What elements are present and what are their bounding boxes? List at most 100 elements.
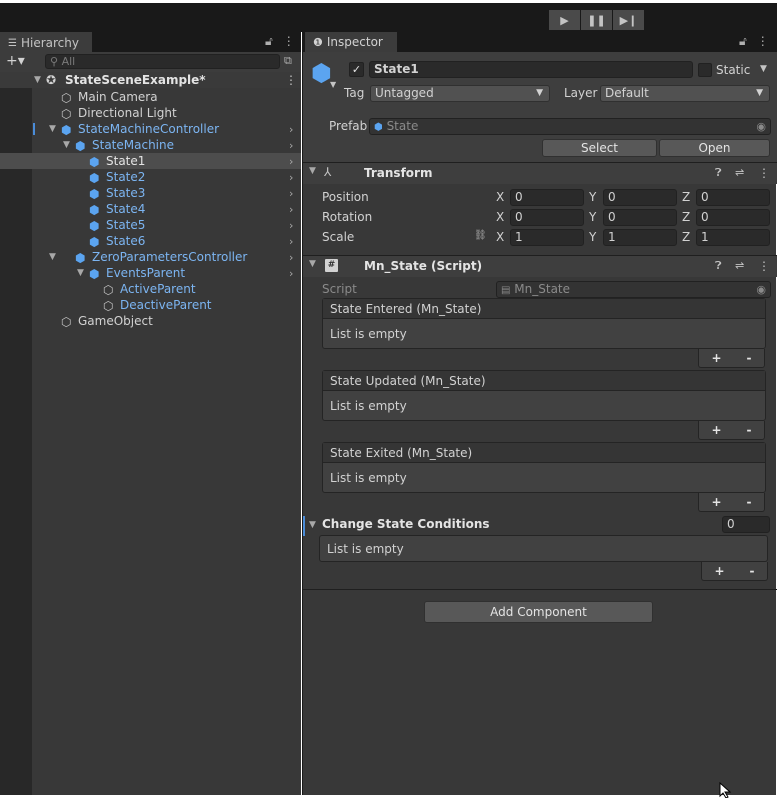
unity-scene-icon: ✪ <box>46 73 57 87</box>
kebab-menu-icon[interactable]: ⋮ <box>283 34 295 49</box>
list-item[interactable]: ⬡ ActiveParent <box>0 281 301 297</box>
list-item[interactable]: ⬡ DeactiveParent <box>0 297 301 313</box>
list-item[interactable]: ⬡ Directional Light <box>0 105 301 121</box>
kebab-menu-icon[interactable]: ⋮ <box>758 166 770 180</box>
prefab-cube-icon[interactable]: ⬢ <box>311 59 332 87</box>
remove-button[interactable]: - <box>747 423 752 437</box>
chevron-right-icon[interactable]: › <box>289 203 293 216</box>
kebab-menu-icon[interactable]: ⋮ <box>758 259 770 273</box>
chevron-right-icon[interactable]: › <box>289 187 293 200</box>
chevron-right-icon[interactable]: › <box>289 235 293 248</box>
list-item[interactable]: ▼ ⬢ EventsParent › <box>0 265 301 281</box>
scene-row[interactable]: ▼ ✪ StateSceneExample* ⋮ <box>0 72 301 88</box>
event-list-controls: + - <box>698 421 765 440</box>
item-label: State5 <box>106 218 146 232</box>
rotation-z-field[interactable]: 0 <box>696 209 770 226</box>
lock-icon[interactable]: 🔓︎ <box>265 34 273 49</box>
lock-icon[interactable]: 🔓︎ <box>739 34 747 49</box>
hierarchy-search-input[interactable]: ⚲ All <box>45 54 280 69</box>
item-label: State1 <box>106 154 146 168</box>
chevron-right-icon[interactable]: › <box>289 219 293 232</box>
add-component-button[interactable]: Add Component <box>424 601 653 623</box>
collapse-caret-icon[interactable]: ▼ <box>309 166 316 176</box>
list-item[interactable]: ⬢ State1 › <box>0 153 301 169</box>
select-button[interactable]: Select <box>542 139 657 157</box>
add-button[interactable]: + <box>711 495 721 509</box>
tab-inspector[interactable]: ❶ Inspector <box>305 32 397 52</box>
list-item[interactable]: ⬢ State3 › <box>0 185 301 201</box>
chevron-right-icon[interactable]: › <box>289 171 293 184</box>
static-checkbox[interactable] <box>698 63 712 77</box>
prefab-field[interactable]: ⬢ State ◉ <box>369 118 771 135</box>
rotation-x-field[interactable]: 0 <box>510 209 584 226</box>
script-component-header[interactable]: ▼ # Mn_State (Script) ❓︎ ⇌ ⋮ <box>303 255 777 277</box>
collapse-caret-icon[interactable]: ▼ <box>309 259 316 269</box>
help-icon[interactable]: ❓︎ <box>715 259 722 273</box>
prefab-variant-icon: ⬢ <box>89 202 100 217</box>
add-button[interactable]: + <box>714 564 724 578</box>
list-item[interactable]: ⬢ State4 › <box>0 201 301 217</box>
list-item[interactable]: ▼ ⬢ ZeroParametersController › <box>0 249 301 265</box>
static-dropdown-icon[interactable]: ▼ <box>760 64 767 74</box>
chevron-right-icon[interactable]: › <box>289 139 293 152</box>
rotation-y-field[interactable]: 0 <box>603 209 677 226</box>
active-checkbox[interactable]: ✓ <box>349 62 364 77</box>
list-item[interactable]: ▼ ⬢ StateMachine › <box>0 137 301 153</box>
tag-dropdown[interactable]: Untagged ▼ <box>370 85 550 102</box>
chevron-right-icon[interactable]: › <box>289 251 293 264</box>
item-label: StateMachine <box>92 138 174 152</box>
expand-caret-icon[interactable]: ▼ <box>49 252 56 262</box>
expand-caret-icon[interactable]: ▼ <box>63 140 70 150</box>
conditions-count-field[interactable]: 0 <box>722 516 770 533</box>
play-button[interactable]: ▶ <box>549 10 580 30</box>
object-picker-icon[interactable]: ◉ <box>756 119 766 134</box>
create-button[interactable]: +▾ <box>6 53 25 69</box>
event-list-title: State Entered (Mn_State) <box>323 299 765 319</box>
chevron-right-icon[interactable]: › <box>289 155 293 168</box>
mouse-cursor-icon <box>719 782 732 798</box>
list-item[interactable]: ⬢ State5 › <box>0 217 301 233</box>
remove-button[interactable]: - <box>750 564 755 578</box>
transform-header[interactable]: ▼ ⅄ Transform ❓︎ ⇌ ⋮ <box>303 162 777 184</box>
list-item[interactable]: ⬢ State2 › <box>0 169 301 185</box>
step-button[interactable]: ▶❙ <box>613 10 644 30</box>
remove-button[interactable]: - <box>747 495 752 509</box>
scene-visibility-icon[interactable]: ⧉ <box>284 54 292 68</box>
expand-caret-icon[interactable]: ▼ <box>49 124 56 134</box>
expand-caret-icon[interactable]: ▼ <box>77 268 84 278</box>
expand-caret-icon[interactable]: ▼ <box>34 75 41 85</box>
chevron-right-icon[interactable]: › <box>289 123 293 136</box>
scene-menu-icon[interactable]: ⋮ <box>285 73 297 87</box>
open-button[interactable]: Open <box>659 139 770 157</box>
kebab-menu-icon[interactable]: ⋮ <box>757 34 769 49</box>
scale-y-field[interactable]: 1 <box>603 229 677 246</box>
position-z-field[interactable]: 0 <box>696 189 770 206</box>
icon-dropdown-icon[interactable]: ▼ <box>330 80 336 89</box>
pause-button[interactable]: ❚❚ <box>581 10 612 30</box>
position-x-field[interactable]: 0 <box>510 189 584 206</box>
collapse-caret-icon[interactable]: ▼ <box>309 520 316 530</box>
chevron-right-icon[interactable]: › <box>289 267 293 280</box>
item-label: ZeroParametersController <box>92 250 248 264</box>
constrain-proportions-icon[interactable]: ⛓ <box>474 230 487 241</box>
script-field[interactable]: ▤ Mn_State ◉ <box>496 281 771 298</box>
layer-dropdown[interactable]: Default ▼ <box>600 85 770 102</box>
help-icon[interactable]: ❓︎ <box>715 166 722 180</box>
position-y-field[interactable]: 0 <box>603 189 677 206</box>
scale-z-field[interactable]: 1 <box>696 229 770 246</box>
list-item[interactable]: ▼ ⬢ StateMachineController › <box>0 121 301 137</box>
list-item[interactable]: ⬡ Main Camera <box>0 89 301 105</box>
hierarchy-tab-label: Hierarchy <box>20 36 79 50</box>
add-button[interactable]: + <box>711 351 721 365</box>
object-name-field[interactable]: State1 <box>369 61 693 78</box>
list-item[interactable]: ⬡ GameObject <box>0 313 301 329</box>
list-item[interactable]: ⬢ State6 › <box>0 233 301 249</box>
scale-x-field[interactable]: 1 <box>510 229 584 246</box>
list-icon: ☰ <box>8 37 17 49</box>
remove-button[interactable]: - <box>747 351 752 365</box>
preset-icon[interactable]: ⇌ <box>735 259 744 272</box>
tab-hierarchy[interactable]: ☰ Hierarchy <box>0 32 92 52</box>
object-picker-icon[interactable]: ◉ <box>756 282 766 297</box>
add-button[interactable]: + <box>711 423 721 437</box>
preset-icon[interactable]: ⇌ <box>735 166 744 179</box>
